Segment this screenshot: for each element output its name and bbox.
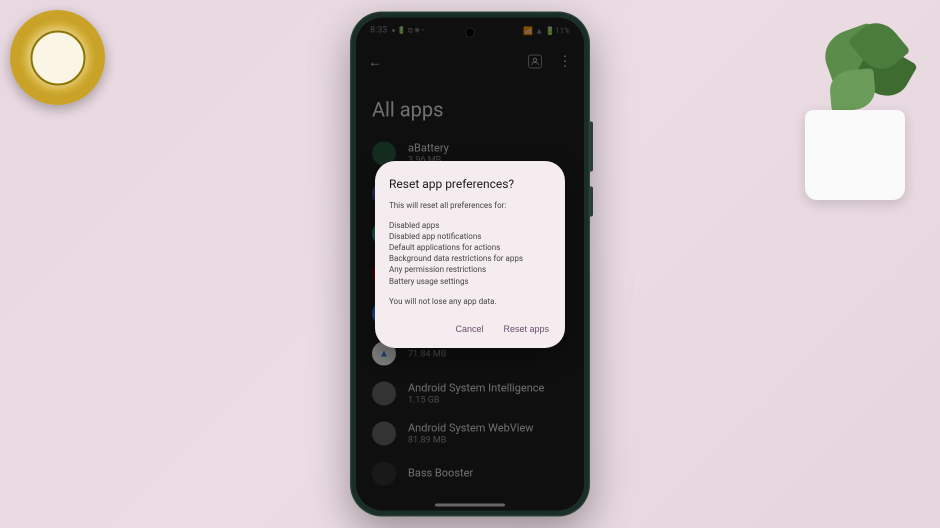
dialog-note: You will not lose any app data. [389, 297, 551, 306]
camera-punch-hole [465, 28, 475, 38]
dialog-title: Reset app preferences? [389, 177, 551, 191]
desk-clock-decoration [10, 10, 160, 160]
phone-frame: 8:33 ● 🔋 ⧉ ✱ • 📶 ▲ 🔋11% ← ⋮ All [350, 12, 590, 517]
plant-decoration [770, 20, 930, 200]
reset-apps-button[interactable]: Reset apps [501, 320, 551, 338]
reset-preferences-dialog: Reset app preferences? This will reset a… [375, 161, 565, 348]
cancel-button[interactable]: Cancel [453, 320, 485, 338]
gesture-nav-bar[interactable] [435, 504, 505, 507]
dialog-reset-list: Disabled apps Disabled app notifications… [389, 220, 551, 287]
dialog-subtitle: This will reset all preferences for: [389, 201, 551, 210]
phone-screen: 8:33 ● 🔋 ⧉ ✱ • 📶 ▲ 🔋11% ← ⋮ All [356, 18, 584, 511]
